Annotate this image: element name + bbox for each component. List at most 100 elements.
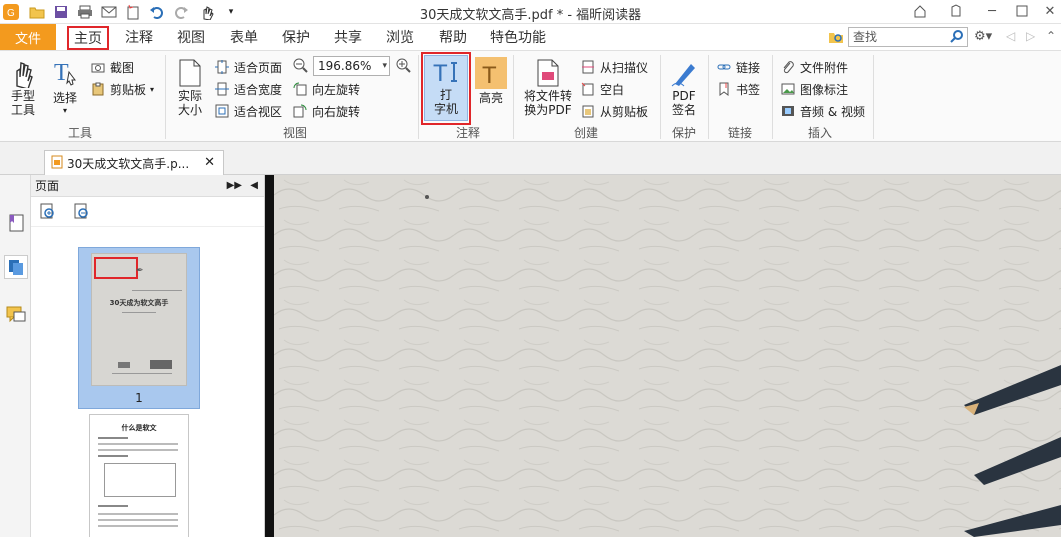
highlight-icon: T <box>475 57 507 89</box>
page-thumbnail-2[interactable]: 什么是软文 <box>89 414 189 537</box>
fit-visible-icon <box>214 103 230 119</box>
select-tool-button[interactable]: T 选择 ▾ <box>48 57 82 115</box>
panel-options-icon[interactable]: ▶▶ <box>227 175 242 197</box>
select-text-icon: T <box>49 57 81 89</box>
document-tab-title: 30天成文软文高手.p... <box>67 157 190 171</box>
panel-toolbar <box>31 197 264 227</box>
thumbnail-text-line <box>98 455 128 457</box>
zoom-out-icon[interactable] <box>292 57 308 76</box>
next-arrow-icon[interactable]: ▷ <box>1026 29 1035 43</box>
enlarge-thumbnail-icon[interactable] <box>39 203 57 224</box>
document-tab-strip: 30天成文软文高手.p... ✕ <box>0 142 1061 176</box>
fit-page-button[interactable]: 适合页面 <box>214 57 282 77</box>
thumbnail-text-line <box>98 449 178 451</box>
group-divider <box>708 55 709 139</box>
close-window-icon[interactable]: ✕ <box>1040 2 1060 20</box>
ribbon-toggle-icon[interactable]: ⌃ <box>1046 29 1056 43</box>
thumbnail-signature <box>150 360 172 369</box>
tab-home[interactable]: 主页 <box>67 26 109 50</box>
clipboard-dropdown-icon[interactable]: ▾ <box>150 85 154 94</box>
zoom-level-select[interactable]: 196.86% ▾ <box>313 56 390 76</box>
camera-icon <box>90 59 106 75</box>
blank-page-button[interactable]: 空白 <box>580 79 624 99</box>
group-divider <box>873 55 874 139</box>
pdf-file-icon <box>51 155 63 172</box>
rotate-right-button[interactable]: 向右旋转 <box>292 101 360 121</box>
rotate-left-icon <box>292 81 308 97</box>
skin-icon[interactable] <box>946 2 966 20</box>
screenshot-button[interactable]: 截图 <box>90 57 134 77</box>
link-button[interactable]: 链接 <box>716 57 760 77</box>
audio-video-button[interactable]: 音频 & 视频 <box>780 101 865 121</box>
comments-panel-icon[interactable] <box>4 303 28 327</box>
clipboard-button[interactable]: 剪贴板 ▾ <box>90 79 154 99</box>
pages-panel-icon[interactable] <box>4 255 28 279</box>
fit-page-icon <box>214 59 230 75</box>
fit-width-button[interactable]: 适合宽度 <box>214 79 282 99</box>
document-view[interactable] <box>274 175 1061 537</box>
from-scanner-button[interactable]: 从扫描仪 <box>580 57 648 77</box>
thumbnail-selection-frame <box>94 257 138 279</box>
image-icon <box>780 81 796 97</box>
zoom-in-icon[interactable] <box>395 57 411 76</box>
svg-text:T: T <box>482 62 497 88</box>
thumbnail-line <box>122 312 156 313</box>
actual-size-button[interactable]: 实际 大小 <box>172 57 208 117</box>
view-group-label: 视图 <box>282 126 307 140</box>
tab-view[interactable]: 视图 <box>170 24 212 50</box>
tab-protect[interactable]: 保护 <box>275 24 317 50</box>
tab-features[interactable]: 特色功能 <box>484 24 552 50</box>
document-tab[interactable]: 30天成文软文高手.p... ✕ <box>44 150 224 176</box>
minimize-icon[interactable]: ─ <box>982 2 1002 20</box>
close-tab-icon[interactable]: ✕ <box>204 155 215 170</box>
rotate-left-button[interactable]: 向左旋转 <box>292 79 360 99</box>
pen-sign-icon <box>668 57 700 89</box>
hand-icon <box>7 57 39 89</box>
highlight-button[interactable]: T 高亮 <box>474 57 508 106</box>
pdf-sign-button[interactable]: PDF 签名 <box>666 57 702 117</box>
blank-page-icon <box>580 81 596 97</box>
maximize-icon[interactable] <box>1012 2 1032 20</box>
select-dropdown-icon[interactable]: ▾ <box>63 106 67 115</box>
tab-browse[interactable]: 浏览 <box>379 24 421 50</box>
bookmark-icon <box>716 81 732 97</box>
fit-visible-button[interactable]: 适合视区 <box>214 101 282 121</box>
from-clipboard-button[interactable]: 从剪贴板 <box>580 101 648 121</box>
collapse-panel-icon[interactable]: ◀ <box>250 175 258 197</box>
tab-comment[interactable]: 注释 <box>118 24 160 50</box>
insert-group-label: 插入 <box>807 126 832 140</box>
thumbnail-table <box>104 463 176 497</box>
fit-width-icon <box>214 81 230 97</box>
tab-help[interactable]: 帮助 <box>432 24 474 50</box>
prev-arrow-icon[interactable]: ◁ <box>1006 29 1015 43</box>
file-attachment-button[interactable]: 文件附件 <box>780 57 848 77</box>
panel-header: 页面 ▶▶ ◀ <box>31 175 264 197</box>
actual-size-icon <box>174 57 206 89</box>
panel-scrollbar[interactable] <box>265 175 274 537</box>
group-divider <box>513 55 514 139</box>
zoom-dropdown-icon[interactable]: ▾ <box>382 57 387 75</box>
rotate-right-icon <box>292 103 308 119</box>
home-icon[interactable] <box>910 2 930 20</box>
bookmarks-panel-icon[interactable] <box>4 211 28 235</box>
tab-share[interactable]: 共享 <box>327 24 369 50</box>
bookmark-button[interactable]: 书签 <box>716 79 760 99</box>
thumbnail-text-line <box>98 513 178 515</box>
group-divider <box>772 55 773 139</box>
clipboard-icon <box>90 81 106 97</box>
file-menu-tab[interactable]: 文件 <box>0 24 56 50</box>
hand-tool-button[interactable]: 手型 工具 <box>6 57 40 117</box>
find-folder-icon[interactable] <box>828 29 844 45</box>
page-thumbnail-1[interactable]: ✒ 30天成为软文高手 1 <box>78 247 200 409</box>
thumbnail-text-line <box>98 437 128 439</box>
image-annotation-button[interactable]: 图像标注 <box>780 79 848 99</box>
thumbnail-text-line <box>98 519 178 521</box>
create-group-label: 创建 <box>573 126 598 140</box>
convert-to-pdf-button[interactable]: 将文件转 换为PDF <box>520 57 576 117</box>
scanner-icon <box>580 59 596 75</box>
tab-form[interactable]: 表单 <box>223 24 265 50</box>
search-icon[interactable] <box>950 29 964 46</box>
shrink-thumbnail-icon[interactable] <box>73 203 91 224</box>
paste-page-icon <box>580 103 596 119</box>
settings-gear-icon[interactable]: ⚙▾ <box>974 29 992 44</box>
